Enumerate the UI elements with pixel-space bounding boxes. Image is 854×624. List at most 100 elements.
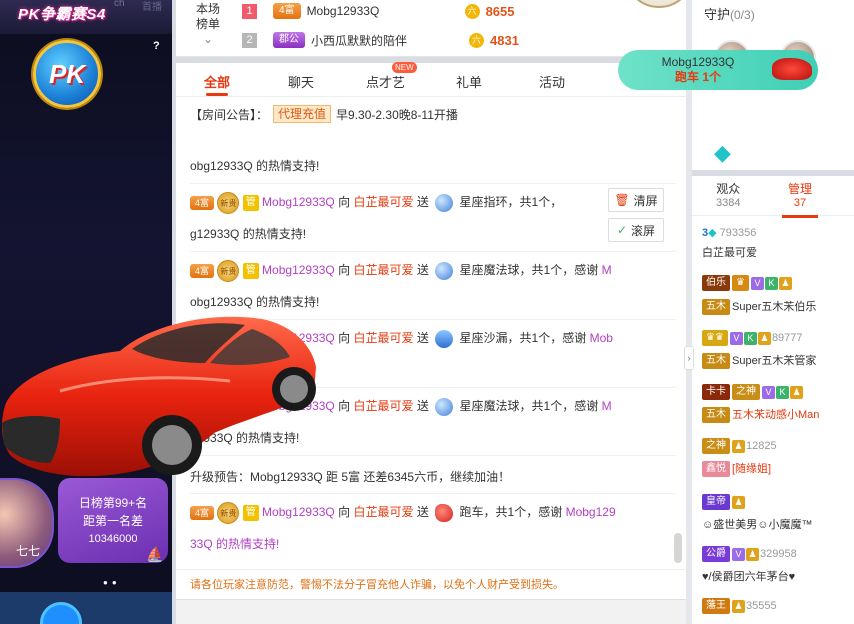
chat-scrollbar[interactable] (674, 163, 682, 563)
admin-name: ♥/侯爵团六年茅台♥ (702, 571, 796, 583)
rank-row[interactable]: 2 郡公 小西瓜默默的陪伴 六 4831 (242, 30, 519, 50)
chat-input-area[interactable] (176, 599, 686, 624)
noble-tag: 卡卡 (702, 384, 730, 400)
sports-car-animation (1, 316, 317, 477)
ghost-text: ch (114, 0, 125, 9)
tab-chat[interactable]: 聊天 (288, 72, 314, 91)
rank-score: 8655 (485, 3, 515, 19)
collapse-panel-icon[interactable]: › (684, 346, 694, 370)
prince-tag: 藩王 (702, 598, 730, 614)
user-number: 329958 (760, 547, 797, 560)
guard-title: 守护(0/3) (704, 4, 755, 23)
magic-ball-gift-icon (435, 262, 454, 280)
send-word: 送 (416, 195, 429, 210)
newbie-badge: 新贵 (217, 260, 240, 282)
admin-mini-icon: ♟ (790, 385, 803, 399)
gift-text: 跑车，共1个，感谢 (459, 505, 563, 520)
admin-entry[interactable]: 公爵 V ♟ 329958 (702, 546, 797, 562)
fan-tag: 五木 (702, 299, 730, 316)
guard-count: (0/3) (730, 8, 755, 22)
auto-scroll-button[interactable]: ✓ 滚屏 (608, 218, 664, 242)
k-badge: K (776, 385, 789, 399)
rank-row[interactable]: 1 4富 Mobg12933Q 六 8655 (242, 1, 514, 21)
sender-name[interactable]: Mobg12933Q (262, 263, 335, 277)
pk-event-title[interactable]: PK争霸赛S4 (18, 3, 106, 24)
admin-name-line: ♥/侯爵团六年茅台♥ (702, 568, 795, 584)
noble-tag: 伯乐 (702, 275, 730, 291)
tab-all[interactable]: 全部 (204, 72, 230, 96)
admin-name: [随缘姐] (732, 463, 772, 475)
host-name[interactable]: 白芷最可爱 (353, 263, 413, 277)
sports-car-gift-icon (435, 504, 454, 522)
help-icon[interactable]: ? (153, 40, 160, 52)
to-word: 向 (338, 331, 351, 346)
chat-line: 33Q 的热情支持! (190, 535, 279, 552)
hourglass-gift-icon (435, 330, 454, 348)
rank-user-name: 小西瓜默默的陪伴 (311, 33, 408, 48)
scrollbar-thumb[interactable] (674, 533, 682, 563)
tab-admins[interactable]: 管理 37 (781, 182, 819, 218)
admin-entry[interactable]: 藩王 ♟ 35555 (702, 598, 777, 614)
gift-text: 星座魔法球，共1个，感谢 (459, 263, 599, 278)
pk-badge-icon[interactable]: PK (33, 40, 101, 108)
sender-name[interactable]: Mobg12933Q (262, 505, 335, 519)
divider (190, 183, 676, 184)
rank-user-name: Mobg12933Q (306, 4, 380, 18)
viewers-count: 3384 (716, 197, 741, 209)
host-name[interactable]: 白芷最可爱 (353, 399, 413, 413)
host-name[interactable]: 白芷最可爱 (353, 505, 413, 519)
sender-name[interactable]: Mobg12933Q (262, 195, 335, 209)
admins-count: 37 (793, 197, 807, 209)
divider (190, 493, 676, 494)
carousel-dots[interactable]: ●● (103, 578, 121, 587)
admin-entry[interactable]: 卡卡 之神 V K ♟ (702, 384, 804, 400)
chat-line: g12933Q 的热情支持! (190, 225, 306, 242)
newbie-badge: 新贵 (217, 192, 240, 214)
session-rank: 本场榜单 ⌄ 1 4富 Mobg12933Q 六 8655 2 郡公 小西瓜默默… (176, 0, 686, 57)
admin-mini-icon: ♟ (746, 547, 759, 561)
admin-entry[interactable]: 之神 ♟ 12825 (702, 438, 777, 454)
agent-recharge-link[interactable]: 代理充值 (273, 105, 332, 123)
tab-talent[interactable]: 点才艺 (366, 72, 405, 91)
to-word: 向 (338, 195, 351, 210)
sender-name-part: Mobg129 (565, 505, 616, 520)
host-name[interactable]: 白芷最可爱 (353, 331, 413, 345)
gift-text: 星座沙漏，共1个，感谢 (459, 331, 587, 346)
rank-level-tag: 4富 (273, 3, 301, 19)
k-badge: K (764, 276, 778, 290)
god-tag: 之神 (702, 438, 730, 454)
admin-name: 五木㭉动感小Man (732, 409, 820, 421)
chat-tabs: 全部 聊天 点才艺 NEW 礼单 活动 (176, 62, 686, 97)
admin-mini-icon: ♟ (778, 276, 792, 290)
sender-name-part: Mob (589, 331, 613, 346)
boat-icon: ⛵ (146, 546, 164, 562)
admin-entry[interactable]: ♛♛ V K ♟ 89777 (702, 330, 803, 346)
tab-viewers[interactable]: 观众 3384 (716, 182, 740, 210)
fan-tag: 鑫悦 (702, 461, 730, 478)
admin-mini-icon: ♟ (732, 439, 745, 453)
action-circle-icon[interactable] (40, 602, 82, 624)
tab-activity[interactable]: 活动 (539, 72, 565, 91)
crown-tag: ♛ (732, 275, 749, 291)
diamond-level-icon: ◆ (708, 227, 717, 239)
car-gift-icon (772, 58, 812, 80)
user-number: 35555 (746, 599, 777, 612)
vip-badge: V (732, 547, 745, 561)
scroll-label: 滚屏 (631, 223, 656, 238)
anchor-avatar[interactable]: 七七 (0, 478, 54, 568)
tab-gift-list[interactable]: 礼单 (456, 72, 482, 91)
admin-name: Super五木㭉管家 (732, 355, 817, 367)
host-name[interactable]: 白芷最可爱 (353, 195, 413, 209)
to-word: 向 (338, 263, 351, 278)
host-entry[interactable]: 3◆ 793356 (702, 226, 756, 239)
admin-entry[interactable]: 皇帝 ♟ (702, 494, 746, 510)
admins-label: 管理 (788, 182, 813, 196)
chevron-down-icon[interactable]: ⌄ (203, 32, 213, 46)
audience-section: 观众 3384 管理 37 3◆ 793356 白芷最可爱 伯乐 ♛ V K ♟ 五木 Sup… (692, 176, 854, 624)
admin-entry[interactable]: 伯乐 ♛ V K ♟ (702, 275, 793, 291)
right-panel: 守护(0/3) ◆ 观众 3384 管理 37 3◆ 793356 白芷最可爱 伯乐… (692, 0, 854, 624)
admin-badge: 管 (242, 505, 259, 521)
admin-name-line: ☺盛世美男☺小魔魔™ (702, 516, 812, 532)
clear-screen-button[interactable]: 🗑 清屏 (608, 188, 664, 212)
admin-mini-icon: ♟ (732, 495, 745, 509)
